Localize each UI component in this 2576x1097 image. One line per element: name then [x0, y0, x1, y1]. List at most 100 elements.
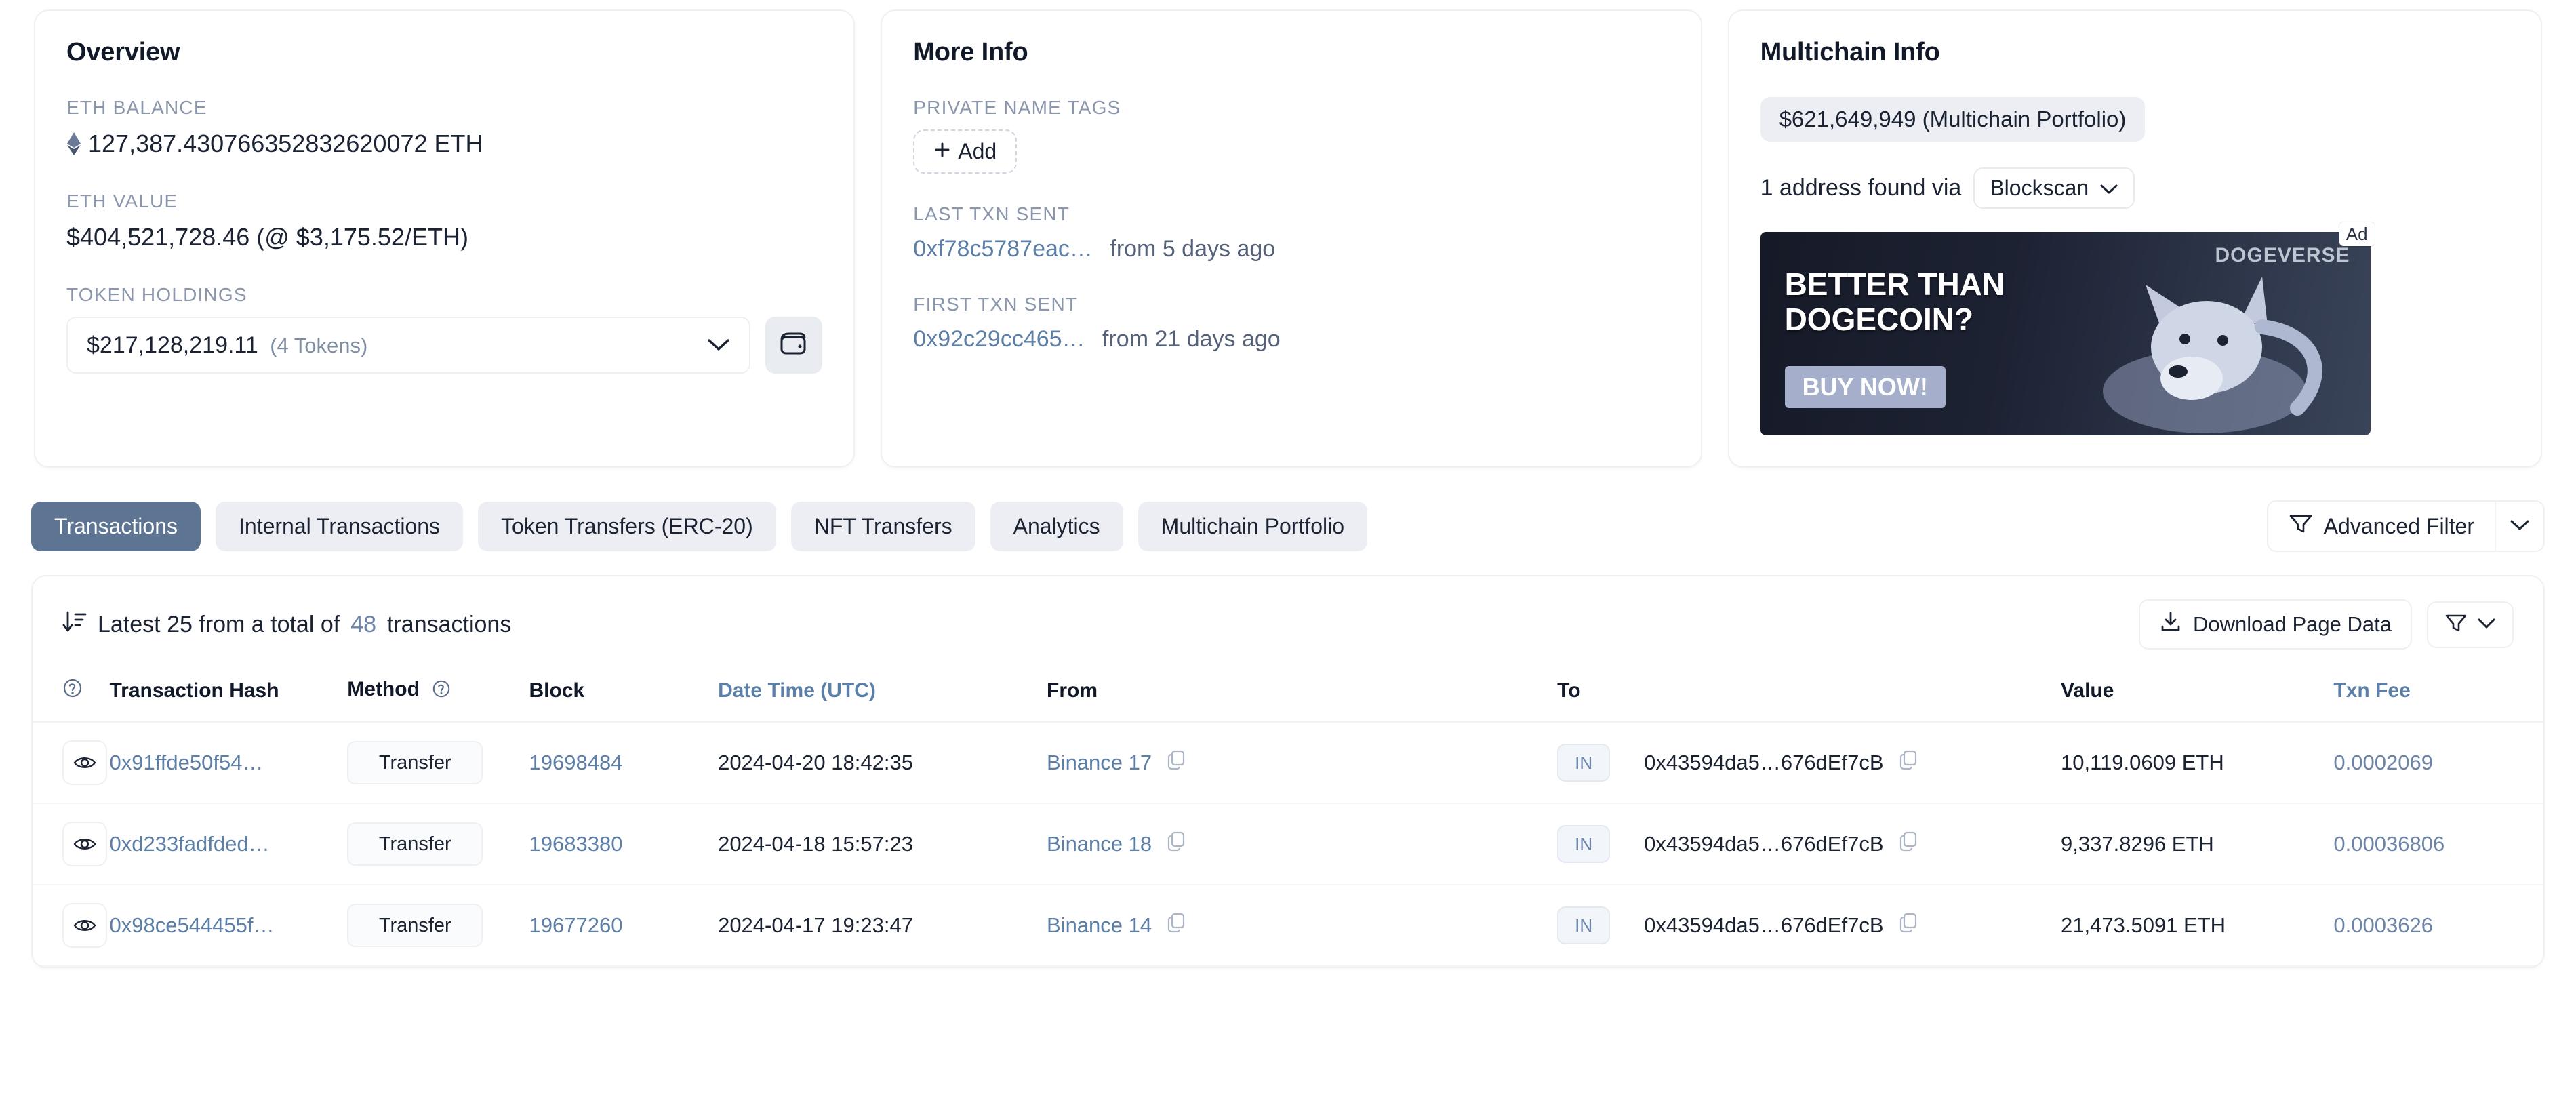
filter-icon [2444, 612, 2468, 637]
from-address-link[interactable]: Binance 14 [1047, 913, 1152, 938]
last-txn-sent-value: 0xf78c5787eac… from 5 days ago [913, 236, 1669, 262]
preview-button[interactable] [62, 740, 107, 785]
copy-icon[interactable] [1899, 913, 1918, 938]
overview-title: Overview [66, 38, 180, 66]
tab-analytics[interactable]: Analytics [990, 501, 1123, 551]
advanced-filter-group: Advanced Filter [2266, 500, 2545, 552]
summary-cards-row: Overview ETH BALANCE 127,387.43076635283… [0, 0, 2576, 468]
eye-icon [73, 920, 96, 931]
ethereum-icon [66, 132, 81, 155]
col-preview [33, 670, 110, 723]
from-cell: Binance 17 [1047, 750, 1557, 776]
block-link[interactable]: 19677260 [529, 913, 623, 937]
table-filter-button[interactable] [2427, 601, 2514, 648]
tab-internal-transactions[interactable]: Internal Transactions [216, 501, 464, 551]
tab-multichain-portfolio[interactable]: Multichain Portfolio [1138, 501, 1367, 551]
advanced-filter-label: Advanced Filter [2323, 513, 2474, 538]
last-txn-ago: from 5 days ago [1110, 236, 1276, 262]
preview-button[interactable] [62, 903, 107, 948]
total-transactions-count: 48 [350, 611, 377, 637]
eth-balance-label: ETH BALANCE [66, 97, 207, 118]
filter-icon [2289, 513, 2313, 540]
token-holdings-value-wrap: $217,128,219.11 (4 Tokens) [87, 332, 367, 359]
copy-icon[interactable] [1167, 913, 1186, 938]
sort-icon[interactable] [62, 610, 87, 639]
add-name-tag-button[interactable]: Add [913, 129, 1018, 174]
method-badge: Transfer [347, 822, 483, 866]
col-block: Block [529, 670, 719, 723]
transaction-hash-link[interactable]: 0x98ce544455f… [109, 913, 274, 937]
chevron-down-icon [2477, 616, 2496, 633]
ad-slot[interactable]: DOGEVERSE BETTER THAN DOGECOIN? BUY NOW!… [1760, 222, 2375, 435]
from-cell: Binance 14 [1047, 913, 1557, 938]
ad-cta-button[interactable]: BUY NOW! [1784, 366, 1946, 408]
direction-badge: IN [1557, 906, 1611, 944]
col-txn-fee[interactable]: Txn Fee [2333, 670, 2543, 723]
download-page-data-button[interactable]: Download Page Data [2139, 599, 2412, 650]
token-holdings-select[interactable]: $217,128,219.11 (4 Tokens) [66, 317, 751, 374]
advanced-filter-button[interactable]: Advanced Filter [2268, 502, 2495, 551]
help-icon[interactable] [432, 679, 451, 704]
wallet-icon [779, 330, 809, 361]
copy-icon[interactable] [1167, 750, 1186, 776]
col-date-time[interactable]: Date Time (UTC) [718, 670, 1047, 723]
table-row: 0x98ce544455f… Transfer 19677260 2024-04… [33, 885, 2543, 967]
more-info-card: More Info PRIVATE NAME TAGS Add LAST TXN… [881, 9, 1702, 468]
tab-nft-transfers[interactable]: NFT Transfers [790, 501, 975, 551]
latest-transactions-summary: Latest 25 from a total of 48 transaction… [62, 610, 511, 639]
transactions-toolbar: Latest 25 from a total of 48 transaction… [33, 576, 2543, 670]
provider-select[interactable]: Blockscan [1973, 167, 2135, 209]
table-row: 0xd233fadfded… Transfer 19683380 2024-04… [33, 803, 2543, 885]
block-link[interactable]: 19698484 [529, 751, 623, 774]
ad-label: Ad [2339, 222, 2375, 246]
overview-card: Overview ETH BALANCE 127,387.43076635283… [34, 9, 856, 468]
chevron-down-icon [707, 332, 730, 359]
ad-headline-line2: DOGECOIN? [1784, 301, 1974, 337]
copy-icon[interactable] [1167, 831, 1186, 857]
transaction-hash-link[interactable]: 0x91ffde50f54… [109, 751, 263, 774]
last-txn-hash-link[interactable]: 0xf78c5787eac… [913, 236, 1093, 262]
to-cell: IN 0x43594da5…676dEf7cB [1557, 906, 2061, 944]
tab-transactions[interactable]: Transactions [31, 501, 201, 551]
direction-badge: IN [1557, 825, 1611, 863]
block-link[interactable]: 19683380 [529, 832, 623, 856]
copy-icon[interactable] [1899, 831, 1918, 857]
eth-value-label: ETH VALUE [66, 191, 178, 212]
date-time-cell: 2024-04-20 18:42:35 [718, 722, 1047, 804]
from-address-link[interactable]: Binance 17 [1047, 751, 1152, 775]
to-address: 0x43594da5…676dEf7cB [1644, 913, 1884, 937]
advanced-filter-caret-button[interactable] [2495, 502, 2543, 551]
token-holdings-count: (4 Tokens) [270, 333, 368, 357]
from-cell: Binance 18 [1047, 831, 1557, 857]
download-label: Download Page Data [2193, 612, 2392, 636]
token-holdings-value: $217,128,219.11 [87, 332, 258, 358]
from-address-link[interactable]: Binance 18 [1047, 832, 1152, 856]
multichain-portfolio-badge[interactable]: $621,649,949 (Multichain Portfolio) [1760, 97, 2146, 142]
method-badge: Transfer [347, 904, 483, 947]
address-page: Overview ETH BALANCE 127,387.43076635283… [0, 0, 2576, 1097]
transactions-table: Transaction Hash Method Block Date Time … [33, 670, 2543, 967]
private-name-tags-label: PRIVATE NAME TAGS [913, 97, 1121, 118]
table-row: 0x91ffde50f54… Transfer 19698484 2024-04… [33, 722, 2543, 804]
tabs-bar: Transactions Internal Transactions Token… [0, 468, 2576, 552]
col-method: Method [347, 670, 529, 723]
tab-token-transfers[interactable]: Token Transfers (ERC-20) [478, 501, 776, 551]
address-found-row: 1 address found via Blockscan [1760, 167, 2510, 209]
first-txn-hash-link[interactable]: 0x92c29cc465… [913, 326, 1085, 352]
token-holdings-label: TOKEN HOLDINGS [66, 284, 247, 305]
wallet-button[interactable] [765, 317, 823, 374]
copy-icon[interactable] [1899, 750, 1918, 776]
help-icon[interactable] [62, 679, 83, 703]
preview-button[interactable] [62, 822, 107, 866]
eth-value-text: $404,521,728.46 (@ $3,175.52/ETH) [66, 223, 468, 251]
ad-headline: BETTER THAN DOGECOIN? [1784, 266, 2005, 337]
transaction-hash-link[interactable]: 0xd233fadfded… [109, 832, 269, 856]
ad-banner[interactable]: DOGEVERSE BETTER THAN DOGECOIN? BUY NOW! [1760, 232, 2371, 435]
first-txn-sent-value: 0x92c29cc465… from 21 days ago [913, 326, 1669, 353]
ad-headline-line1: BETTER THAN [1784, 266, 2005, 302]
first-txn-sent-label: FIRST TXN SENT [913, 294, 1079, 315]
address-found-label: 1 address found via [1760, 175, 1962, 201]
date-time-cell: 2024-04-18 15:57:23 [718, 803, 1047, 885]
txn-fee-cell: 0.0003626 [2333, 885, 2543, 967]
plus-icon [933, 139, 951, 164]
